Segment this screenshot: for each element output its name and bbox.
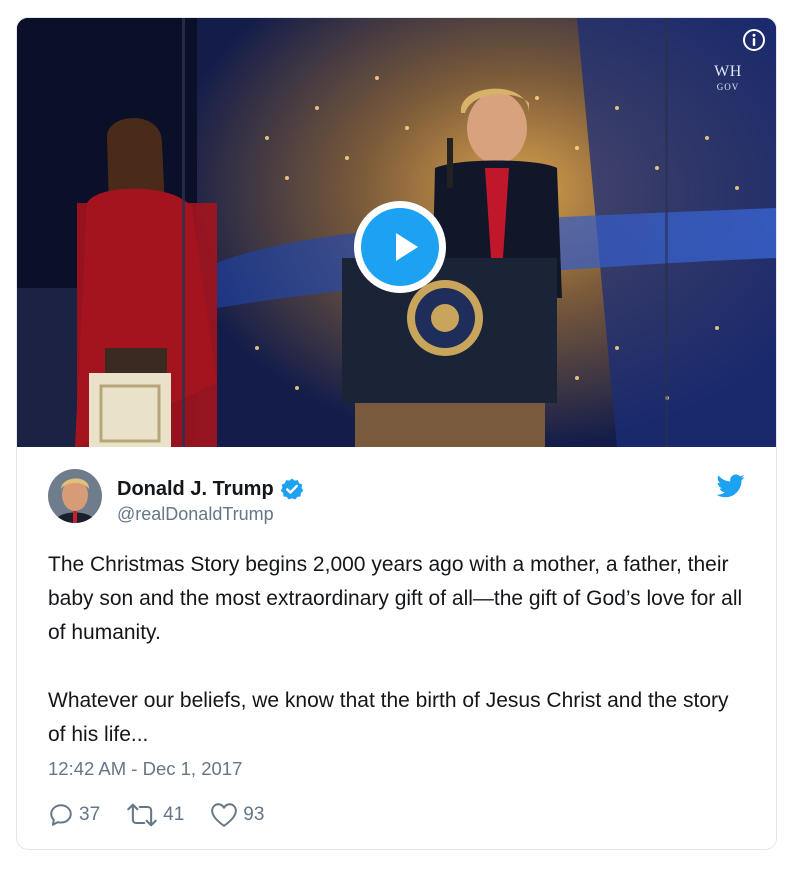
- wh-gov-watermark: WH GOV: [707, 64, 749, 98]
- watermark-line2: GOV: [716, 82, 740, 92]
- play-icon: [396, 233, 418, 261]
- retweet-button[interactable]: 41: [126, 802, 184, 828]
- heart-icon: [211, 803, 238, 827]
- tweet-paragraph: The Christmas Story begins 2,000 years a…: [48, 553, 743, 644]
- tweet-paragraph: Whatever our beliefs, we know that the b…: [48, 689, 729, 746]
- author-name-row: Donald J. Trump: [117, 476, 304, 502]
- like-count: 93: [243, 804, 265, 825]
- author-handle[interactable]: @realDonaldTrump: [117, 504, 274, 525]
- reply-icon: [50, 804, 72, 826]
- tweet-actions: 37 41 93: [48, 801, 290, 829]
- like-button[interactable]: 93: [210, 802, 264, 828]
- play-button-circle: [361, 208, 439, 286]
- retweet-count: 41: [163, 804, 185, 825]
- avatar-image: [48, 469, 102, 523]
- display-name[interactable]: Donald J. Trump: [117, 478, 274, 501]
- video-thumbnail[interactable]: WH GOV: [17, 18, 776, 447]
- tweet-card: WH GOV Donald J. Trump @realDonaldTrump …: [16, 17, 777, 850]
- tweet-text: The Christmas Story begins 2,000 years a…: [48, 548, 748, 752]
- watermark-line1: WH: [714, 63, 742, 80]
- play-button[interactable]: [354, 201, 446, 293]
- twitter-bird-icon[interactable]: [717, 474, 745, 498]
- verified-badge-icon: [280, 478, 303, 500]
- reply-button[interactable]: 37: [48, 802, 100, 828]
- tweet-timestamp[interactable]: 12:42 AM - Dec 1, 2017: [48, 758, 242, 780]
- retweet-icon: [127, 803, 157, 827]
- reply-count: 37: [79, 804, 101, 825]
- avatar[interactable]: [48, 469, 102, 523]
- info-circle-icon[interactable]: [742, 28, 766, 52]
